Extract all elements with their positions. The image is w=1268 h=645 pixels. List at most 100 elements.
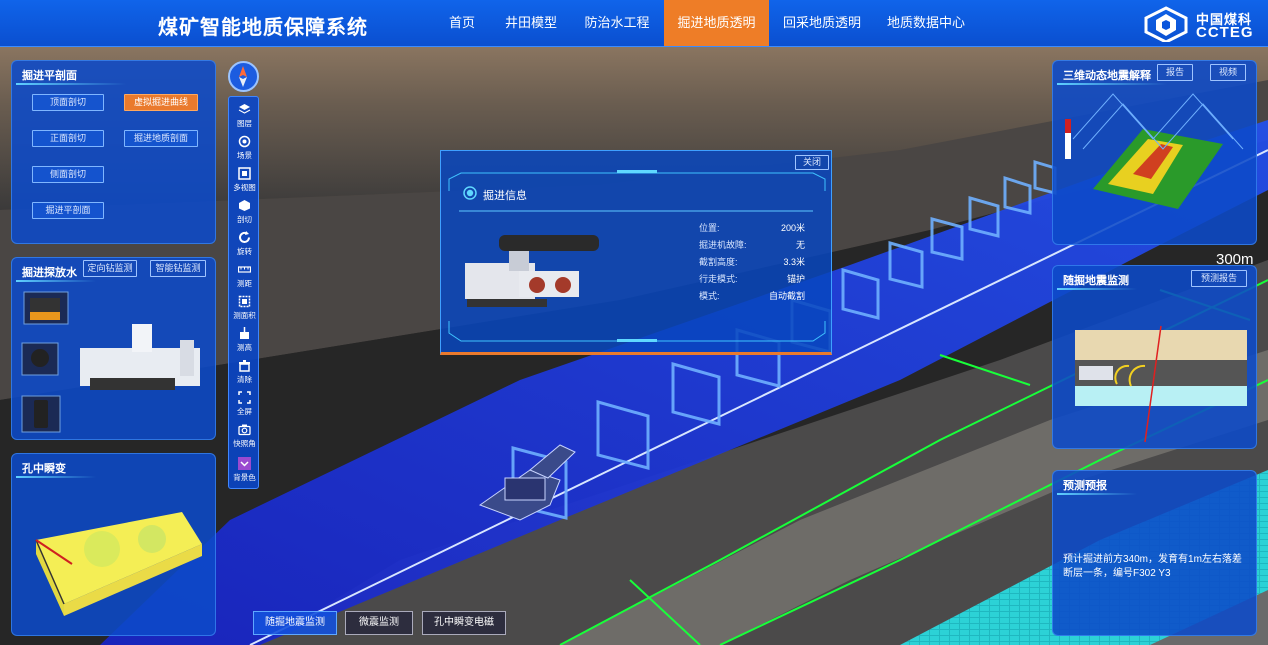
panel-follow-seismic: 随掘地震监测 预测报告 bbox=[1052, 265, 1257, 449]
side-cut-button[interactable]: 侧面剖切 bbox=[32, 166, 104, 183]
title-underline bbox=[16, 83, 126, 85]
tool-label: 清除 bbox=[237, 375, 252, 384]
multi-view-icon bbox=[238, 167, 251, 180]
info-value-walk-mode: 锚护 bbox=[786, 274, 805, 284]
tool-measure-area[interactable]: 测面积 bbox=[229, 291, 260, 324]
info-key-walk-mode: 行走模式: bbox=[699, 274, 738, 284]
tool-cut[interactable]: 剖切 bbox=[229, 195, 260, 228]
tool-label: 测高 bbox=[237, 343, 252, 352]
tool-label: 多视图 bbox=[233, 183, 256, 192]
camera-icon bbox=[238, 424, 251, 436]
logo-en-text: CCTEG bbox=[1196, 24, 1254, 41]
tool-background-color[interactable]: 背景色 bbox=[229, 453, 260, 486]
panel-title: 预测预报 bbox=[1063, 480, 1107, 492]
tool-bar: 图层 场景 多视图 剖切 旋转 测距 测面积 测高 清除 全屏 快照角 背景色 bbox=[228, 96, 259, 489]
nav-mine-model[interactable]: 井田模型 bbox=[496, 0, 566, 46]
tool-label: 图层 bbox=[237, 119, 252, 128]
roadheader-image bbox=[465, 235, 599, 307]
tool-label: 快照角 bbox=[233, 439, 256, 448]
tool-label: 测距 bbox=[237, 279, 252, 288]
nav-excavation-geology[interactable]: 掘进地质透明 bbox=[664, 0, 769, 46]
tool-label: 背景色 bbox=[233, 473, 256, 482]
prediction-report-button[interactable]: 预测报告 bbox=[1191, 270, 1247, 287]
title-underline bbox=[16, 476, 96, 478]
panel-title: 三维动态地震解释 bbox=[1063, 70, 1151, 82]
panel-title: 随掘地震监测 bbox=[1063, 275, 1129, 287]
tab-microseismic[interactable]: 微震监测 bbox=[345, 611, 413, 635]
tool-rotate[interactable]: 旋转 bbox=[229, 227, 260, 260]
panel-title: 孔中瞬变 bbox=[22, 463, 66, 475]
rotate-icon bbox=[239, 231, 250, 243]
tool-snapshot[interactable]: 快照角 bbox=[229, 419, 260, 452]
app-title: 煤矿智能地质保障系统 bbox=[158, 17, 368, 39]
follow-seismic-image bbox=[1075, 325, 1247, 443]
ccteg-logo-icon bbox=[1144, 6, 1188, 42]
nav-home[interactable]: 首页 bbox=[436, 0, 488, 46]
panel-title: 掘进探放水 bbox=[22, 267, 77, 279]
info-value-mode: 自动截割 bbox=[768, 291, 805, 301]
compass-needle bbox=[239, 66, 247, 87]
title-underline bbox=[1057, 288, 1137, 290]
report-button[interactable]: 报告 bbox=[1157, 64, 1193, 81]
info-key-fault: 掘进机故障: bbox=[699, 240, 747, 250]
radio-selected-icon bbox=[463, 186, 477, 200]
tool-label: 场景 bbox=[237, 151, 252, 160]
top-cut-button[interactable]: 顶面剖切 bbox=[32, 94, 104, 111]
cube-icon bbox=[239, 200, 250, 211]
nav-mining-geology[interactable]: 回采地质透明 bbox=[776, 0, 868, 46]
title-underline bbox=[1057, 83, 1167, 85]
tool-fullscreen[interactable]: 全屏 bbox=[229, 387, 260, 420]
info-key-position: 位置: bbox=[699, 223, 720, 233]
panel-3d-seismic: 三维动态地震解释 报告 视频 300m bbox=[1052, 60, 1257, 268]
panel-excavation-section: 掘进平剖面 顶面剖切 虚拟掘进曲线 正面剖切 掘进地质剖面 侧面剖切 掘进平剖面 bbox=[11, 60, 216, 244]
panel-drill-water: 掘进探放水 定向钻监测 智能钻监测 bbox=[11, 257, 216, 440]
panel-forecast: 预测预报 预计掘进前方340m，发育有1m左右落差断层一条，编号F302 Y3 bbox=[1052, 470, 1257, 636]
seismic-3d-image bbox=[1065, 93, 1244, 209]
tool-measure-distance[interactable]: 测距 bbox=[229, 259, 260, 292]
height-icon bbox=[240, 327, 249, 339]
hole-transient-3d-image bbox=[35, 512, 202, 616]
directional-drill-button[interactable]: 定向钻监测 bbox=[83, 260, 137, 277]
virtual-excavation-curve-button[interactable]: 虚拟掘进曲线 bbox=[124, 94, 198, 111]
panel-title: 掘进平剖面 bbox=[22, 70, 77, 82]
smart-drill-button[interactable]: 智能钻监测 bbox=[150, 260, 206, 277]
tab-follow-seismic[interactable]: 随掘地震监测 bbox=[253, 611, 337, 635]
info-value-cut-height: 3.3米 bbox=[783, 257, 805, 267]
excavation-info-popup: 关闭 掘进信息 位置: 200米 掘进机故障: 无 截割高度: 3.3米 行走模… bbox=[440, 150, 832, 355]
compass-icon[interactable] bbox=[228, 61, 259, 92]
video-button[interactable]: 视频 bbox=[1210, 64, 1246, 81]
scene-icon bbox=[238, 135, 251, 148]
tool-label: 全屏 bbox=[237, 407, 252, 416]
layers-icon bbox=[238, 104, 251, 114]
tool-multi-view[interactable]: 多视图 bbox=[229, 163, 260, 196]
popup-title: 掘进信息 bbox=[483, 190, 527, 202]
title-underline bbox=[16, 280, 96, 282]
excavation-geology-section-button[interactable]: 掘进地质剖面 bbox=[124, 130, 198, 147]
tool-measure-height[interactable]: 测高 bbox=[229, 323, 260, 356]
info-key-mode: 模式: bbox=[699, 291, 720, 301]
tool-label: 剖切 bbox=[237, 215, 252, 224]
tool-scene[interactable]: 场景 bbox=[229, 131, 260, 164]
area-icon bbox=[238, 295, 251, 308]
info-key-cut-height: 截割高度: bbox=[699, 257, 738, 267]
ccteg-logo: 中国煤科 CCTEG bbox=[1140, 6, 1260, 42]
tab-hole-transient-em[interactable]: 孔中瞬变电磁 bbox=[422, 611, 506, 635]
tool-layers[interactable]: 图层 bbox=[229, 99, 260, 132]
nav-water-control[interactable]: 防治水工程 bbox=[576, 0, 658, 46]
title-underline bbox=[1057, 493, 1137, 495]
clear-icon bbox=[239, 360, 250, 372]
forecast-text: 预计掘进前方340m，发育有1m左右落差断层一条，编号F302 Y3 bbox=[1063, 554, 1242, 579]
background-color-icon bbox=[238, 457, 251, 470]
top-header: 煤矿智能地质保障系统 首页 井田模型 防治水工程 掘进地质透明 回采地质透明 地… bbox=[0, 0, 1268, 47]
nav-data-center[interactable]: 地质数据中心 bbox=[880, 0, 972, 46]
panel-hole-transient: 孔中瞬变 bbox=[11, 453, 216, 636]
drill-device-images bbox=[21, 291, 200, 433]
tool-label: 测面积 bbox=[233, 311, 256, 320]
ruler-icon bbox=[238, 266, 251, 273]
front-cut-button[interactable]: 正面剖切 bbox=[32, 130, 104, 147]
excavation-plan-section-button[interactable]: 掘进平剖面 bbox=[32, 202, 104, 219]
tool-clear[interactable]: 清除 bbox=[229, 355, 260, 388]
info-value-position: 200米 bbox=[780, 223, 805, 233]
fullscreen-icon bbox=[238, 391, 251, 404]
tool-label: 旋转 bbox=[237, 247, 252, 256]
